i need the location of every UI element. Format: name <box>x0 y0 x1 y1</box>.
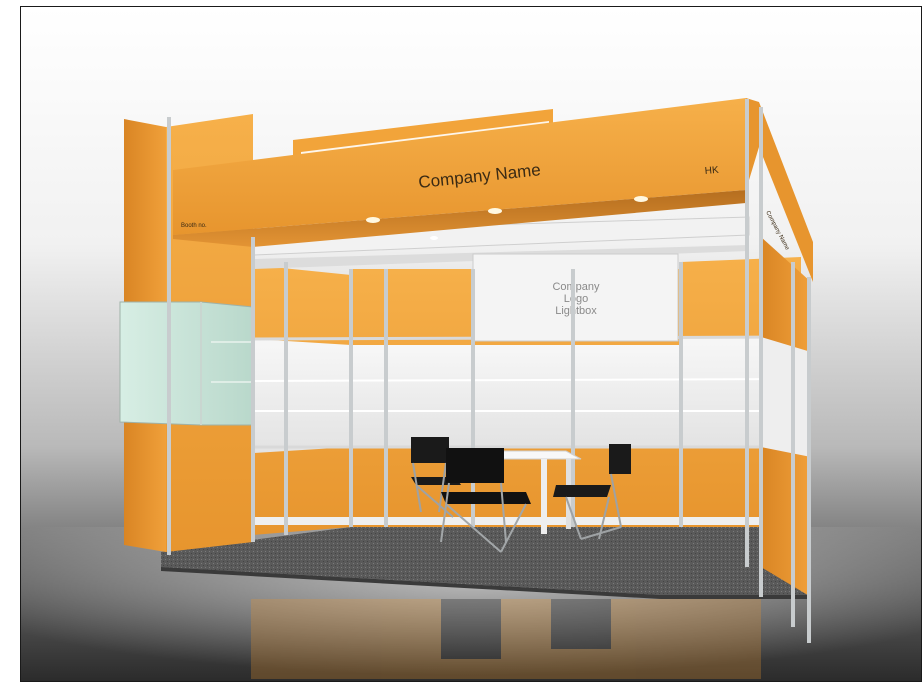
lightbox-line-2: Logo <box>564 293 588 305</box>
floor-reflection <box>251 599 761 679</box>
shelf-band-left <box>253 339 351 453</box>
downlight <box>366 217 380 223</box>
right-wall-shelf <box>761 337 811 457</box>
left-showcase-glass <box>119 301 254 426</box>
downlight <box>430 236 438 240</box>
fascia-code: HK <box>704 165 719 177</box>
downlight <box>488 208 502 214</box>
downlight <box>634 196 648 202</box>
lightbox-line-3: Lightbox <box>555 305 597 317</box>
booth-rendering: Company Logo Lightbox Company Name HK Bo… <box>20 6 922 682</box>
shelf-band-center <box>351 345 681 447</box>
lightbox-line-1: Company <box>552 281 600 293</box>
image-frame: Company Logo Lightbox Company Name HK Bo… <box>0 0 922 686</box>
skirting <box>253 517 801 525</box>
booth-illustration: Company Logo Lightbox Company Name HK Bo… <box>21 7 921 681</box>
booth-number-label: Booth no. <box>181 223 207 229</box>
